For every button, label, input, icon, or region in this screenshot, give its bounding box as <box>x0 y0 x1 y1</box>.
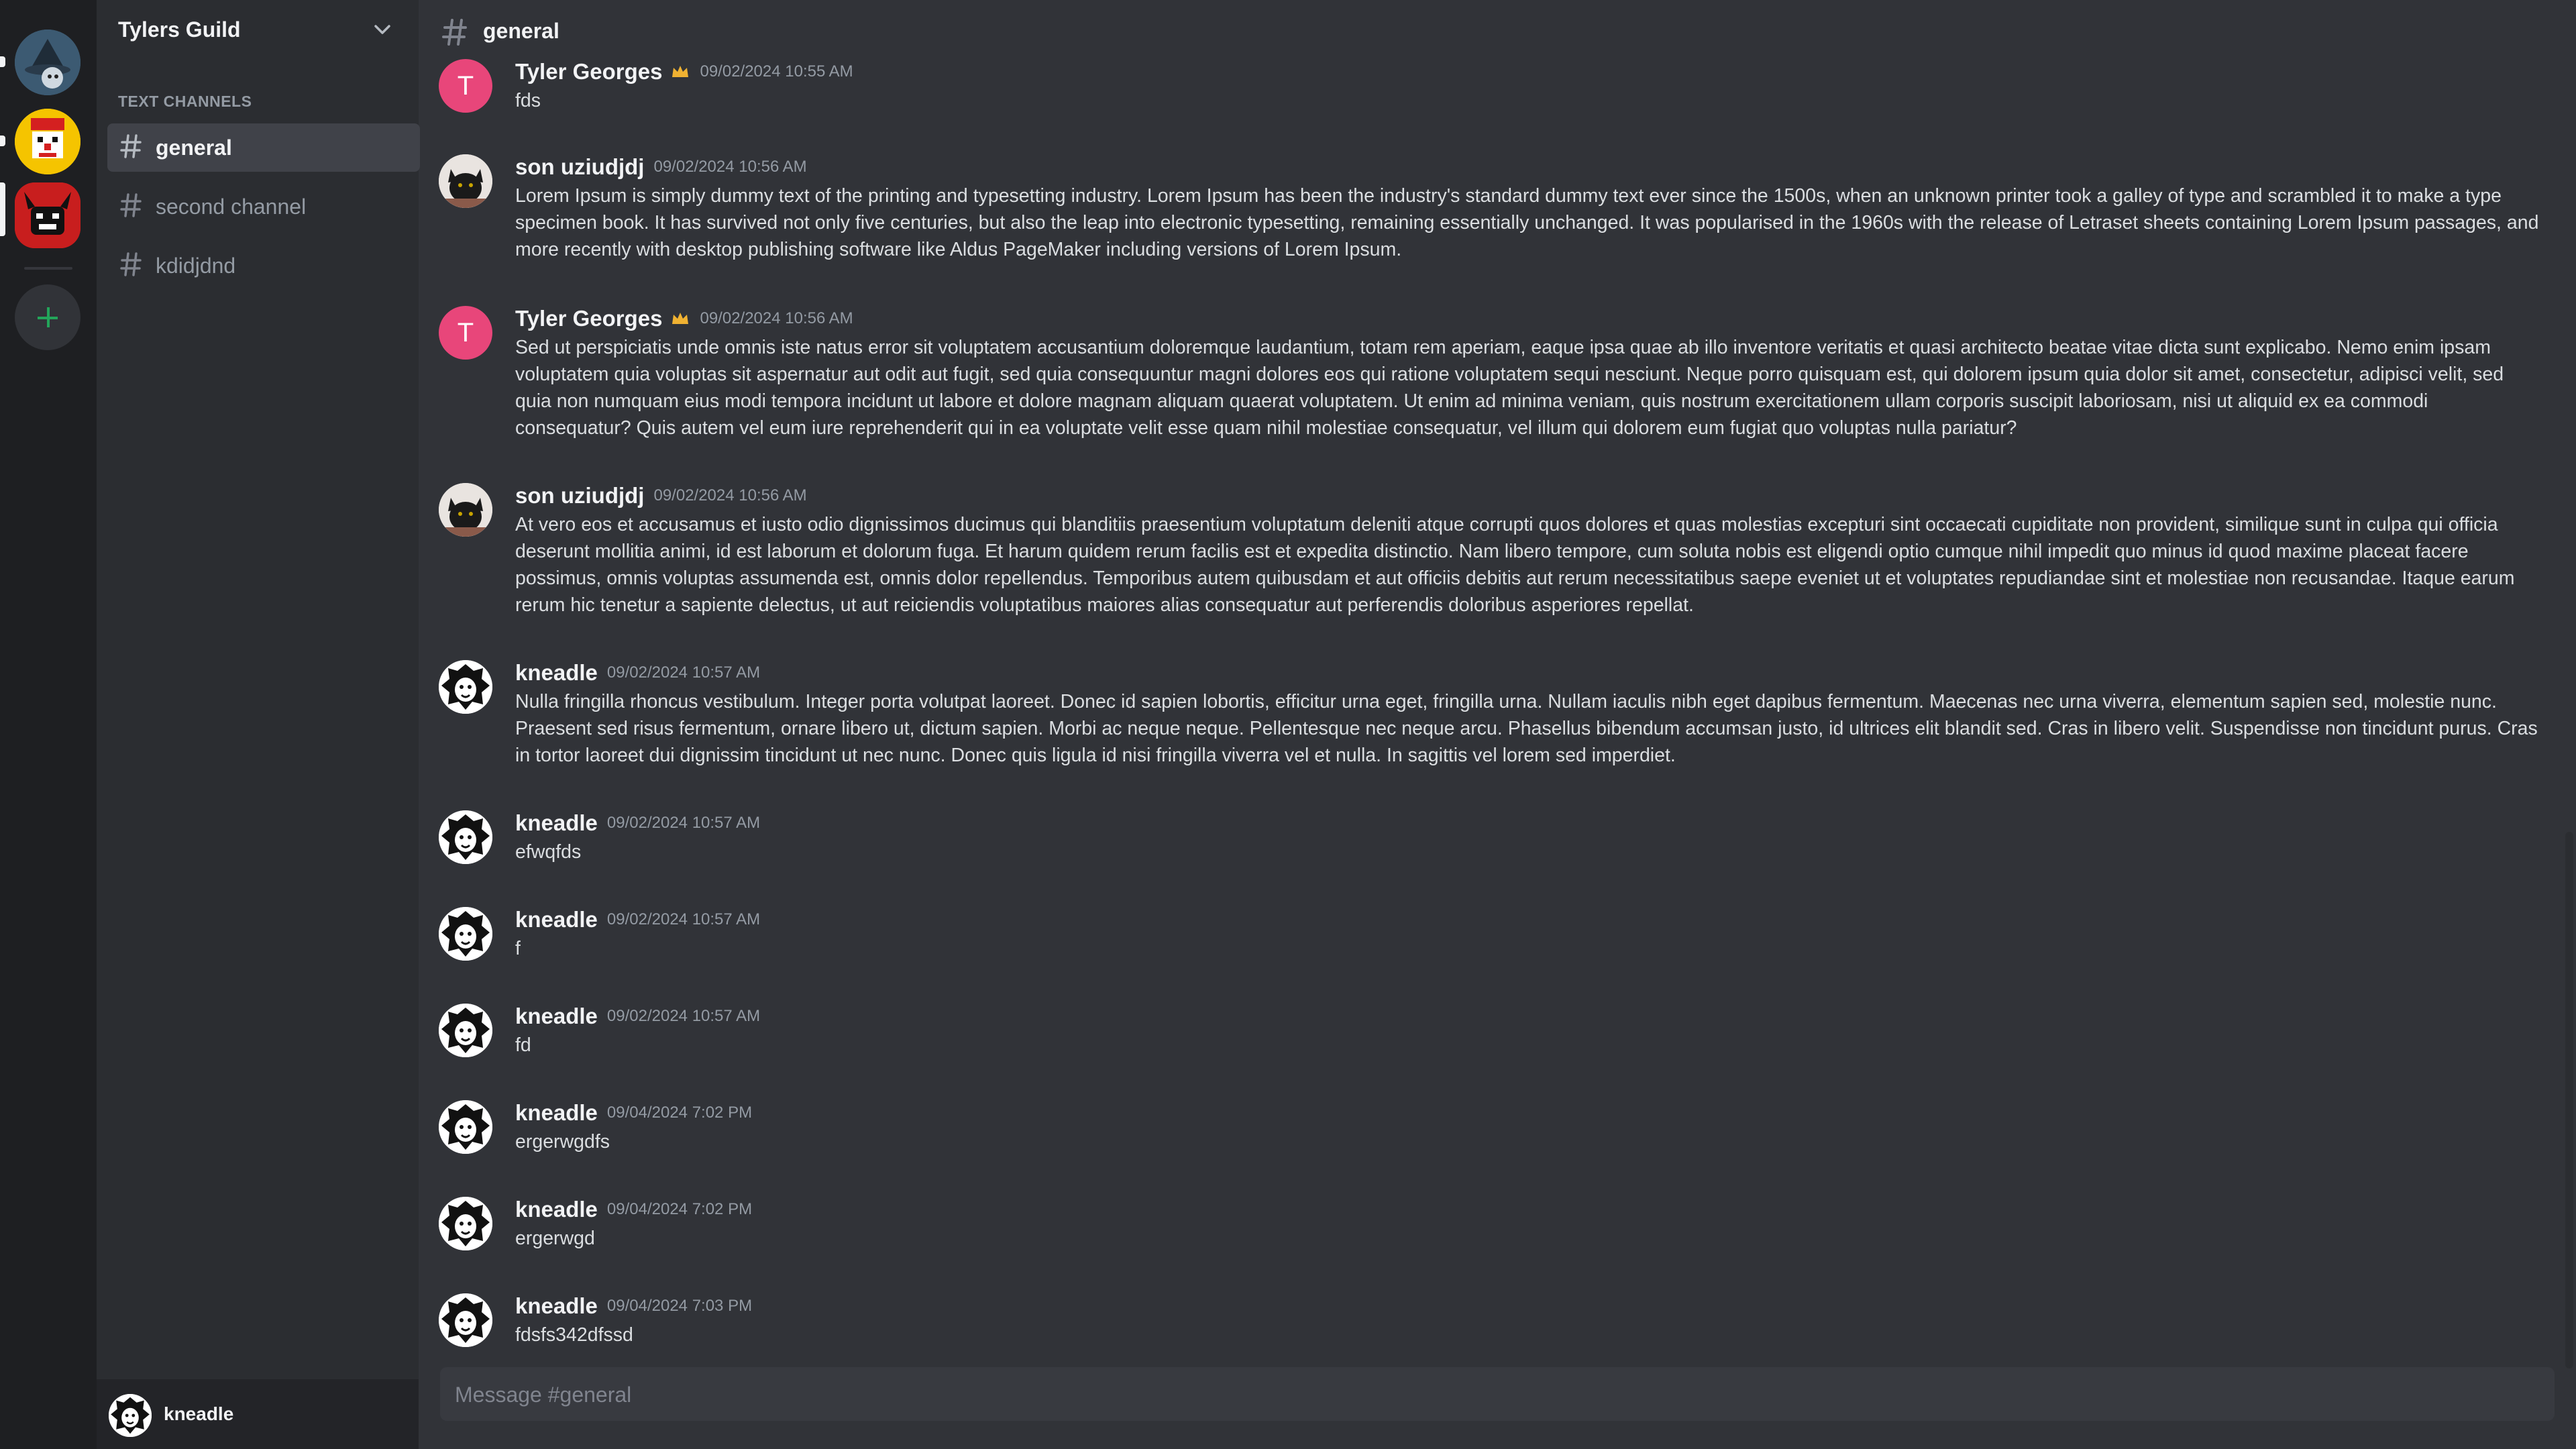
channel-item-kdidjdnd[interactable]: kdidjdnd <box>107 241 420 290</box>
message-header: son uziudjdj 09/02/2024 10:56 AM <box>515 154 807 180</box>
message-header: kneadle 09/02/2024 10:57 AM <box>515 907 760 932</box>
message-header: Tyler Georges 09/02/2024 10:55 AM <box>515 59 853 85</box>
message-text: Lorem Ipsum is simply dummy text of the … <box>515 185 2539 260</box>
message-timestamp: 09/02/2024 10:57 AM <box>606 814 761 832</box>
message-author[interactable]: kneadle <box>515 1197 598 1222</box>
server-rail <box>0 0 97 1449</box>
channel-item-general[interactable]: general <box>107 123 420 172</box>
message-text: f <box>515 938 521 959</box>
message-text: Nulla fringilla rhoncus vestibulum. Inte… <box>515 691 2538 766</box>
channel-item-second-channel[interactable]: second channel <box>107 182 420 231</box>
message-header: kneadle 09/04/2024 7:02 PM <box>515 1100 752 1126</box>
message-timestamp: 09/02/2024 10:57 AM <box>606 663 761 682</box>
message-author[interactable]: kneadle <box>515 1100 598 1125</box>
message-text: fds <box>515 90 541 111</box>
crown-icon <box>670 311 690 327</box>
message-timestamp: 09/02/2024 10:56 AM <box>700 309 853 327</box>
message-author[interactable]: kneadle <box>515 810 598 835</box>
message-timestamp: 09/02/2024 10:56 AM <box>653 158 807 176</box>
message-header: kneadle 09/04/2024 7:03 PM <box>515 1293 752 1319</box>
message-author[interactable]: kneadle <box>515 1293 598 1318</box>
message-text: At vero eos et accusamus et iusto odio d… <box>515 514 2515 616</box>
message-text: ergerwgd <box>515 1228 595 1249</box>
channel-name: second channel <box>156 195 307 219</box>
avatar[interactable]: T <box>439 306 492 360</box>
avatar[interactable] <box>439 1004 492 1057</box>
message-author[interactable]: son uziudjdj <box>515 154 644 179</box>
server-icon-demon[interactable] <box>15 182 80 248</box>
message-text: ergerwgdfs <box>515 1131 610 1152</box>
add-server-button[interactable] <box>15 284 80 350</box>
server-indicator <box>0 136 5 146</box>
chevron-down-icon[interactable] <box>373 23 392 36</box>
server-indicator <box>0 56 5 67</box>
message-author[interactable]: son uziudjdj <box>515 483 644 508</box>
message-timestamp: 09/02/2024 10:55 AM <box>700 62 853 80</box>
message-text: fdsfs342dfssd <box>515 1324 633 1346</box>
message-header: kneadle 09/04/2024 7:02 PM <box>515 1197 752 1222</box>
avatar[interactable] <box>439 154 492 208</box>
channel-sidebar: Tylers Guild TEXT CHANNELS general secon… <box>97 0 420 1449</box>
server-selected-indicator <box>0 182 5 236</box>
hash-icon <box>120 134 142 158</box>
avatar[interactable] <box>439 907 492 961</box>
channel-title: general <box>483 19 559 43</box>
message-header: kneadle 09/02/2024 10:57 AM <box>515 1004 760 1029</box>
message-timestamp: 09/04/2024 7:03 PM <box>606 1297 753 1315</box>
message-text: efwqfds <box>515 841 582 863</box>
message-author[interactable]: Tyler Georges <box>515 59 662 84</box>
channel-name: kdidjdnd <box>156 254 236 278</box>
message-timestamp: 09/02/2024 10:57 AM <box>606 1007 761 1025</box>
message-list: T Tyler Georges 09/02/2024 10:55 AM fds son … <box>419 0 2576 1368</box>
hash-icon <box>120 252 142 276</box>
message-input[interactable] <box>453 1367 2536 1422</box>
hash-icon <box>442 19 467 46</box>
chat-area: T Tyler Georges 09/02/2024 10:55 AM fds son … <box>419 0 2576 1449</box>
message-text: Sed ut perspiciatis unde omnis iste natu… <box>515 337 2504 439</box>
message-timestamp: 09/04/2024 7:02 PM <box>606 1104 753 1122</box>
message-author[interactable]: kneadle <box>515 660 598 685</box>
avatar[interactable] <box>439 660 492 714</box>
message-composer <box>440 1367 2555 1422</box>
server-icon-clown[interactable] <box>15 109 80 174</box>
avatar[interactable]: T <box>439 59 492 113</box>
guild-name[interactable]: Tylers Guild <box>118 17 241 42</box>
channel-name: general <box>156 136 232 160</box>
avatar[interactable] <box>439 1100 492 1154</box>
avatar[interactable] <box>439 483 492 537</box>
rail-divider <box>24 267 72 270</box>
avatar[interactable] <box>109 1394 152 1437</box>
hash-icon <box>120 193 142 217</box>
message-header: kneadle 09/02/2024 10:57 AM <box>515 660 760 686</box>
avatar[interactable] <box>439 810 492 864</box>
crown-icon <box>670 64 690 80</box>
avatar[interactable] <box>439 1197 492 1250</box>
username: kneadle <box>164 1403 234 1424</box>
user-panel: kneadle <box>97 1379 419 1449</box>
avatar[interactable] <box>439 1293 492 1347</box>
message-timestamp: 09/02/2024 10:56 AM <box>653 486 807 504</box>
message-author[interactable]: Tyler Georges <box>515 306 662 331</box>
scrollbar[interactable] <box>2565 832 2573 1368</box>
category-label[interactable]: TEXT CHANNELS <box>118 93 252 111</box>
server-icon-wizard[interactable] <box>15 30 80 95</box>
message-text: fd <box>515 1034 531 1056</box>
message-author[interactable]: kneadle <box>515 907 598 932</box>
message-timestamp: 09/04/2024 7:02 PM <box>606 1200 753 1218</box>
message-header: Tyler Georges 09/02/2024 10:56 AM <box>515 306 853 331</box>
message-header: son uziudjdj 09/02/2024 10:56 AM <box>515 483 807 508</box>
message-author[interactable]: kneadle <box>515 1004 598 1028</box>
message-timestamp: 09/02/2024 10:57 AM <box>606 910 761 928</box>
message-header: kneadle 09/02/2024 10:57 AM <box>515 810 760 836</box>
